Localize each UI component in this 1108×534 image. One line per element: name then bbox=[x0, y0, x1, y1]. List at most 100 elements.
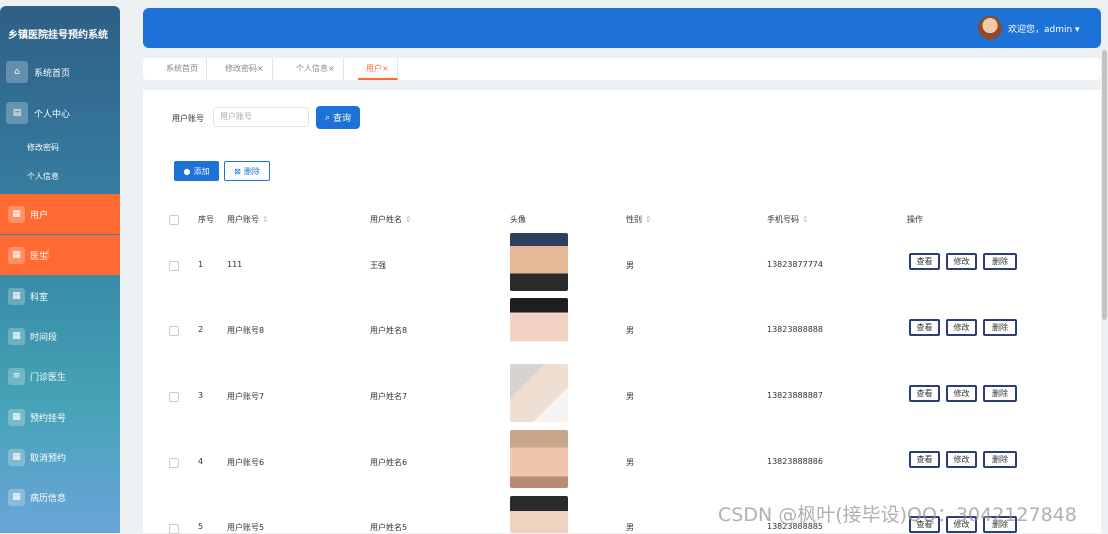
sort-icon: ⇕ bbox=[262, 215, 269, 224]
add-button[interactable]: ● 添加 bbox=[174, 161, 219, 181]
app-title: 乡镇医院挂号预约系统 bbox=[8, 30, 108, 41]
tab-change-password[interactable]: 修改密码× bbox=[217, 58, 273, 80]
row-phone: 13823888887 bbox=[767, 391, 823, 400]
sidebar-subitem-change-password[interactable]: 修改密码 bbox=[27, 142, 59, 153]
tab-personal-info[interactable]: 个人信息× bbox=[288, 58, 344, 80]
avatar-image bbox=[510, 298, 568, 356]
sidebar-item-appointment[interactable]: ▦ 预约挂号 bbox=[0, 397, 120, 437]
user-card-icon: ▤ bbox=[6, 102, 28, 124]
column-header-avatar: 头像 bbox=[510, 215, 526, 224]
avatar-image bbox=[510, 233, 568, 291]
delete-button[interactable]: 删除 bbox=[983, 319, 1017, 336]
row-account: 用户账号6 bbox=[227, 458, 265, 467]
sidebar-item-label: 用户 bbox=[30, 210, 49, 221]
row-name: 用户姓名5 bbox=[370, 523, 408, 532]
tab-user[interactable]: 用户× bbox=[358, 58, 398, 80]
avatar-image bbox=[510, 496, 568, 533]
row-checkbox[interactable] bbox=[169, 392, 179, 402]
grid-icon: ▦ bbox=[8, 246, 25, 264]
row-phone: 13823877774 bbox=[767, 260, 823, 269]
sidebar-item-personal-center[interactable]: ▤ 个人中心 bbox=[0, 93, 120, 133]
sidebar-item-time-slot[interactable]: ▦ 时间段 bbox=[0, 316, 120, 356]
sidebar-item-department[interactable]: ▦ 科室 bbox=[0, 276, 120, 316]
sidebar-item-label: 时间段 bbox=[30, 332, 58, 343]
row-index: 2 bbox=[198, 325, 204, 334]
search-input[interactable]: 用户账号 bbox=[213, 107, 309, 127]
edit-button[interactable]: 修改 bbox=[946, 385, 977, 402]
sidebar-item-outpatient-doctor[interactable]: ≡ 门诊医生 bbox=[0, 356, 120, 396]
view-button[interactable]: 查看 bbox=[909, 319, 940, 336]
column-header-index: 序号 bbox=[198, 215, 214, 224]
sidebar-item-label: 预约挂号 bbox=[30, 413, 67, 424]
view-button[interactable]: 查看 bbox=[909, 451, 940, 468]
row-index: 5 bbox=[198, 522, 204, 531]
column-header-account[interactable]: 用户账号 ⇕ bbox=[227, 214, 269, 225]
sidebar-item-user[interactable]: ▦ 用户 bbox=[0, 194, 120, 234]
top-header bbox=[143, 8, 1101, 48]
row-checkbox[interactable] bbox=[169, 261, 179, 271]
delete-button[interactable]: 删除 bbox=[983, 253, 1017, 270]
grid-icon: ▦ bbox=[8, 448, 25, 466]
home-icon: ⌂ bbox=[6, 61, 28, 83]
sidebar-subitem-personal-info[interactable]: 个人信息 bbox=[27, 171, 59, 182]
row-index: 1 bbox=[198, 260, 204, 269]
edit-button[interactable]: 修改 bbox=[946, 451, 977, 468]
sort-icon: ⇕ bbox=[405, 215, 412, 224]
row-account: 111 bbox=[227, 260, 243, 269]
row-checkbox[interactable] bbox=[169, 458, 179, 468]
query-button[interactable]: ⌕ 查询 bbox=[316, 106, 360, 129]
sidebar-item-label: 系统首页 bbox=[34, 68, 71, 79]
sidebar-item-doctor[interactable]: ▦ 医生 bbox=[0, 235, 120, 275]
hand-cursor-icon: ☝ bbox=[43, 247, 51, 261]
row-index: 4 bbox=[198, 457, 204, 466]
tab-home[interactable]: 系统首页 bbox=[158, 58, 207, 80]
search-icon: ⌕ bbox=[324, 112, 331, 123]
sidebar-item-label: 病历信息 bbox=[30, 493, 67, 504]
sidebar-item-label: 个人中心 bbox=[34, 109, 71, 120]
user-menu[interactable]: 欢迎您，admin ▾ bbox=[1008, 22, 1080, 35]
sidebar-item-label: 科室 bbox=[30, 292, 49, 303]
vertical-scrollbar[interactable] bbox=[1102, 50, 1107, 320]
edit-button[interactable]: 修改 bbox=[946, 253, 977, 270]
row-gender: 男 bbox=[626, 458, 634, 467]
row-gender: 男 bbox=[626, 326, 634, 335]
sidebar-item-label: 取消预约 bbox=[30, 453, 67, 464]
column-header-actions: 操作 bbox=[907, 215, 923, 224]
view-button[interactable]: 查看 bbox=[909, 385, 940, 402]
view-button[interactable]: 查看 bbox=[909, 253, 940, 270]
select-all-checkbox[interactable] bbox=[169, 215, 179, 225]
sidebar-item-home[interactable]: ⌂ 系统首页 bbox=[0, 52, 120, 92]
sort-icon: ⇕ bbox=[645, 215, 652, 224]
row-checkbox[interactable] bbox=[169, 326, 179, 336]
batch-delete-button[interactable]: ⊠ 删除 bbox=[224, 161, 270, 181]
list-icon: ≡ bbox=[8, 367, 25, 385]
column-header-gender[interactable]: 性别 ⇕ bbox=[626, 214, 652, 225]
watermark: CSDN @枫叶(接毕设)QQ：3042127848 bbox=[718, 504, 1077, 526]
delete-button[interactable]: 删除 bbox=[983, 385, 1017, 402]
sidebar-item-medical-record[interactable]: ▦ 病历信息 bbox=[0, 477, 120, 517]
row-account: 用户账号8 bbox=[227, 326, 265, 335]
edit-button[interactable]: 修改 bbox=[946, 319, 977, 336]
row-name: 王强 bbox=[370, 261, 386, 270]
search-label: 用户账号 bbox=[172, 114, 204, 123]
row-name: 用户姓名7 bbox=[370, 392, 408, 401]
grid-icon: ▦ bbox=[8, 408, 25, 426]
sort-icon: ⇕ bbox=[802, 215, 809, 224]
row-gender: 男 bbox=[626, 261, 634, 270]
tab-bar bbox=[143, 58, 1101, 80]
column-header-phone[interactable]: 手机号码 ⇕ bbox=[767, 214, 809, 225]
grid-icon: ▦ bbox=[8, 327, 25, 345]
row-phone: 13823888886 bbox=[767, 457, 823, 466]
plus-circle-icon: ● bbox=[183, 166, 191, 176]
avatar[interactable] bbox=[978, 16, 1002, 40]
row-name: 用户姓名6 bbox=[370, 458, 408, 467]
delete-button[interactable]: 删除 bbox=[983, 451, 1017, 468]
table-icon: ▦ bbox=[8, 488, 25, 506]
row-account: 用户账号7 bbox=[227, 392, 265, 401]
row-name: 用户姓名8 bbox=[370, 326, 408, 335]
sidebar-item-cancel-appointment[interactable]: ▦ 取消预约 bbox=[0, 437, 120, 477]
column-header-name[interactable]: 用户姓名 ⇕ bbox=[370, 214, 412, 225]
avatar-image bbox=[510, 364, 568, 422]
sidebar-item-label: 门诊医生 bbox=[30, 372, 67, 383]
grid-icon: ▦ bbox=[8, 287, 25, 305]
